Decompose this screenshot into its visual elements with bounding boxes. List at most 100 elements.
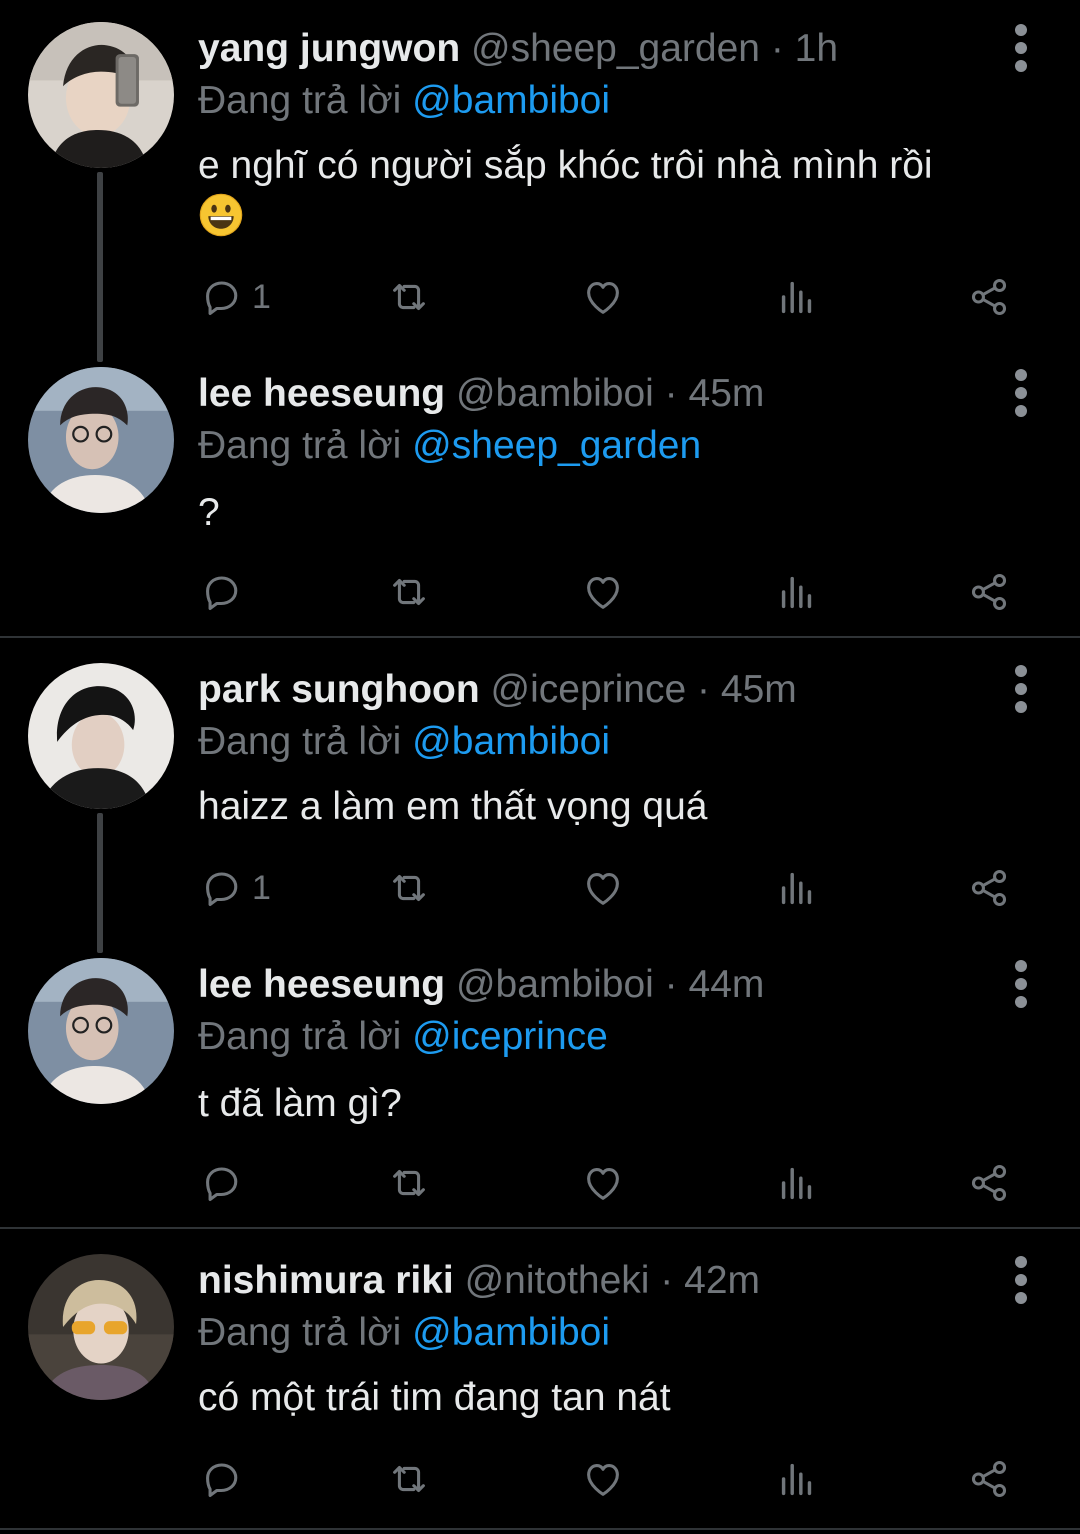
reply-count: 1 — [252, 868, 271, 907]
share-button[interactable] — [966, 1158, 1012, 1208]
reply-button[interactable]: 1 — [198, 863, 271, 913]
tweet-header: nishimura riki @nitotheki · 42m — [198, 1256, 760, 1306]
display-name[interactable]: lee heeseung — [198, 963, 445, 1006]
views-icon — [774, 1456, 820, 1502]
like-button[interactable] — [580, 863, 626, 913]
separator: · — [660, 1259, 674, 1302]
reply-button[interactable] — [198, 1454, 252, 1504]
retweet-button[interactable] — [386, 272, 432, 322]
user-handle[interactable]: @nitotheki — [465, 1259, 650, 1302]
views-button[interactable] — [774, 1158, 820, 1208]
grinning-face-emoji — [199, 193, 243, 237]
avatar[interactable] — [28, 367, 174, 513]
like-button[interactable] — [580, 567, 626, 617]
reply-icon — [198, 1160, 244, 1206]
action-bar: 1 — [198, 272, 1028, 322]
mention-link[interactable]: @iceprince — [412, 1015, 608, 1058]
views-button[interactable] — [774, 1454, 820, 1504]
more-options-icon[interactable] — [1004, 954, 1038, 1014]
user-handle[interactable]: @bambiboi — [456, 372, 654, 415]
replying-to-label: Đang trả lời — [198, 1311, 402, 1354]
divider — [0, 1227, 1080, 1229]
retweet-button[interactable] — [386, 1158, 432, 1208]
more-options-icon[interactable] — [1004, 1250, 1038, 1310]
views-button[interactable] — [774, 567, 820, 617]
share-button[interactable] — [966, 1454, 1012, 1504]
reply-count: 1 — [252, 277, 271, 316]
mention-link[interactable]: @sheep_garden — [412, 424, 701, 467]
timestamp[interactable]: 1h — [795, 27, 838, 70]
avatar[interactable] — [28, 663, 174, 809]
separator: · — [664, 963, 678, 1006]
avatar[interactable] — [28, 1254, 174, 1400]
more-options-icon[interactable] — [1004, 363, 1038, 423]
reply-icon — [198, 274, 244, 320]
timestamp[interactable]: 45m — [689, 372, 765, 415]
share-button[interactable] — [966, 567, 1012, 617]
user-handle[interactable]: @sheep_garden — [471, 27, 760, 70]
action-bar — [198, 1158, 1028, 1208]
reply-button[interactable] — [198, 567, 252, 617]
views-button[interactable] — [774, 272, 820, 322]
divider — [0, 1528, 1080, 1530]
retweet-button[interactable] — [386, 863, 432, 913]
like-button[interactable] — [580, 1454, 626, 1504]
replying-to-label: Đang trả lời — [198, 1015, 402, 1058]
reply-button[interactable] — [198, 1158, 252, 1208]
like-button[interactable] — [580, 272, 626, 322]
mention-link[interactable]: @bambiboi — [412, 1311, 610, 1354]
tweet[interactable]: lee heeseung @bambiboi · 45m Đang trả lờ… — [0, 345, 1080, 637]
retweet-icon — [386, 1456, 432, 1502]
mention-link[interactable]: @bambiboi — [412, 79, 610, 122]
tweet[interactable]: yang jungwon @sheep_garden · 1h Đang trả… — [0, 0, 1080, 362]
action-bar: 1 — [198, 863, 1028, 913]
share-icon — [966, 1456, 1012, 1502]
display-name[interactable]: yang jungwon — [198, 27, 460, 70]
views-button[interactable] — [774, 863, 820, 913]
like-button[interactable] — [580, 1158, 626, 1208]
user-handle[interactable]: @bambiboi — [456, 963, 654, 1006]
more-options-icon[interactable] — [1004, 18, 1038, 78]
tweet-text-content: ? — [198, 491, 220, 534]
tweet-text: haizz a làm em thất vọng quá — [198, 781, 1038, 833]
like-icon — [580, 569, 626, 615]
more-options-icon[interactable] — [1004, 659, 1038, 719]
tweet[interactable]: lee heeseung @bambiboi · 44m Đang trả lờ… — [0, 936, 1080, 1228]
user-handle[interactable]: @iceprince — [491, 668, 687, 711]
like-icon — [580, 1160, 626, 1206]
thread-line — [97, 172, 103, 362]
tweet-text-content: có một trái tim đang tan nát — [198, 1376, 671, 1419]
timestamp[interactable]: 44m — [689, 963, 765, 1006]
timestamp[interactable]: 45m — [721, 668, 797, 711]
share-button[interactable] — [966, 863, 1012, 913]
retweet-icon — [386, 865, 432, 911]
tweet-text: t đã làm gì? — [198, 1078, 1038, 1130]
tweet-text-content: e nghĩ có người sắp khóc trôi nhà mình r… — [198, 144, 933, 187]
thread-line — [97, 813, 103, 953]
views-icon — [774, 865, 820, 911]
tweet-header: park sunghoon @iceprince · 45m — [198, 665, 797, 715]
display-name[interactable]: nishimura riki — [198, 1259, 454, 1302]
retweet-icon — [386, 569, 432, 615]
share-button[interactable] — [966, 272, 1012, 322]
share-icon — [966, 569, 1012, 615]
reply-button[interactable]: 1 — [198, 272, 271, 322]
retweet-button[interactable] — [386, 1454, 432, 1504]
tweet-text: ? — [198, 487, 1038, 539]
views-icon — [774, 274, 820, 320]
mention-link[interactable]: @bambiboi — [412, 720, 610, 763]
tweet-header: lee heeseung @bambiboi · 44m — [198, 960, 764, 1010]
replying-to: Đang trả lời @bambiboi — [198, 717, 610, 767]
tweet[interactable]: park sunghoon @iceprince · 45m Đang trả … — [0, 641, 1080, 953]
tweet[interactable]: nishimura riki @nitotheki · 42m Đang trả… — [0, 1232, 1080, 1528]
avatar[interactable] — [28, 958, 174, 1104]
retweet-button[interactable] — [386, 567, 432, 617]
avatar[interactable] — [28, 22, 174, 168]
display-name[interactable]: park sunghoon — [198, 668, 480, 711]
timestamp[interactable]: 42m — [684, 1259, 760, 1302]
tweet-header: yang jungwon @sheep_garden · 1h — [198, 24, 838, 74]
reply-icon — [198, 1456, 244, 1502]
like-icon — [580, 1456, 626, 1502]
tweet-text: có một trái tim đang tan nát — [198, 1372, 1038, 1424]
display-name[interactable]: lee heeseung — [198, 372, 445, 415]
